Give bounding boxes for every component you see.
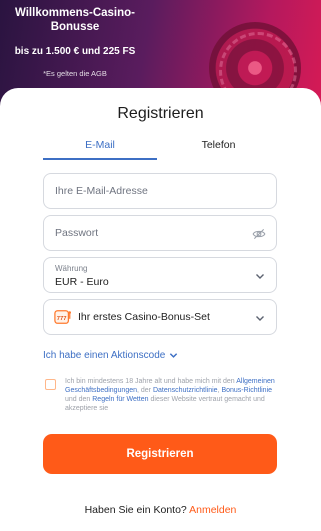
svg-text:777: 777	[57, 316, 67, 322]
tab-email[interactable]: E-Mail	[43, 138, 157, 160]
registration-card: Registrieren E-Mail Telefon Ihre E-Mail-…	[0, 88, 321, 531]
banner-title-line1: Willkommens-Casino-	[14, 7, 136, 19]
banner-terms-note: *Es gelten die AGB	[43, 69, 107, 78]
password-field[interactable]: Passwort	[43, 215, 277, 251]
password-placeholder: Passwort	[55, 227, 99, 239]
currency-value: EUR - Euro	[55, 276, 109, 288]
register-button[interactable]: Registrieren	[43, 434, 277, 474]
email-field[interactable]: Ihre E-Mail-Adresse	[43, 173, 277, 209]
bonus-policy-link[interactable]: Bonus-Richtlinie	[221, 387, 272, 394]
currency-select[interactable]: Währung EUR - Euro	[43, 257, 277, 293]
terms-checkbox[interactable]	[45, 379, 56, 390]
banner-text: Willkommens-Casino- Bonusse bis zu 1.500…	[0, 6, 150, 78]
tab-phone[interactable]: Telefon	[160, 138, 277, 160]
terms-text: Ich bin mindestens 18 Jahre alt und habe…	[65, 377, 277, 413]
bonus-value: Ihr erstes Casino-Bonus-Set	[78, 311, 210, 323]
promo-code-toggle[interactable]: Ich habe einen Aktionscode	[43, 350, 178, 361]
chevron-down-icon	[170, 353, 178, 358]
slot-777-icon: 777	[54, 310, 72, 324]
chevron-down-icon	[256, 316, 264, 321]
banner-subtitle: bis zu 1.500 € und 225 FS	[14, 46, 136, 57]
bonus-select[interactable]: 777 Ihr erstes Casino-Bonus-Set	[43, 299, 277, 335]
terms-consent: Ich bin mindestens 18 Jahre alt und habe…	[43, 377, 277, 427]
banner-title: Willkommens-Casino- Bonusse	[0, 6, 150, 34]
signup-method-tabs: E-Mail Telefon	[43, 138, 277, 160]
login-prompt-line: Haben Sie ein Konto? Anmelden	[0, 504, 321, 516]
terms-text-part: Ich bin mindestens 18 Jahre alt und habe…	[65, 378, 237, 385]
email-placeholder: Ihre E-Mail-Adresse	[55, 185, 148, 197]
privacy-policy-link[interactable]: Datenschutzrichtlinie	[153, 387, 218, 394]
login-link[interactable]: Anmelden	[189, 504, 236, 516]
terms-text-part: , der	[137, 387, 153, 394]
chevron-down-icon	[256, 274, 264, 279]
promo-code-label: Ich habe einen Aktionscode	[43, 350, 166, 361]
currency-label: Währung	[55, 264, 88, 273]
page-title: Registrieren	[117, 105, 204, 122]
login-prompt: Haben Sie ein Konto?	[84, 504, 187, 516]
terms-text-part: und den	[65, 396, 93, 403]
banner-title-line2: Bonusse	[50, 21, 100, 33]
eye-off-icon[interactable]	[252, 227, 266, 241]
betting-rules-link[interactable]: Regeln für Wetten	[92, 396, 148, 403]
